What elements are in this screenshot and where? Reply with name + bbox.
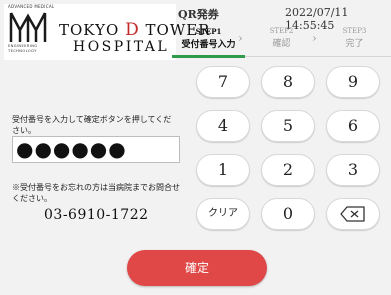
key-5[interactable]: 5 [261, 110, 315, 142]
step-2: STEP2 確認 [269, 27, 294, 49]
hospital-logo: ADVANCED MEDICAL ENGINEERING TECHNOLOGY … [4, 4, 209, 60]
page-title: QR発券 [178, 8, 219, 21]
key-8[interactable]: 8 [261, 66, 315, 98]
key-1[interactable]: 1 [196, 154, 250, 186]
confirm-button[interactable]: 確定 [127, 250, 267, 286]
key-2[interactable]: 2 [261, 154, 315, 186]
key-7[interactable]: 7 [196, 66, 250, 98]
key-4[interactable]: 4 [196, 110, 250, 142]
phone-number: 03-6910-1722 [44, 207, 149, 223]
clear-button[interactable]: クリア [196, 198, 250, 230]
step-progress-bar [172, 55, 245, 58]
reception-number-field[interactable]: ●●●●●● [12, 136, 180, 163]
logo-name-line2: HOSPITAL [73, 39, 170, 55]
chevron-right-icon: › [238, 31, 243, 45]
key-0[interactable]: 0 [261, 198, 315, 230]
forgot-number-note: ※受付番号をお忘れの方は当病院までお問合せください。 [12, 183, 180, 203]
logo-d-letter: D [125, 20, 140, 40]
backspace-button[interactable] [326, 198, 380, 230]
backspace-icon [340, 206, 365, 222]
logo-tagline: ADVANCED MEDICAL [8, 4, 55, 9]
logo-subtext: ENGINEERING TECHNOLOGY [8, 44, 38, 53]
key-3[interactable]: 3 [326, 154, 380, 186]
step-1: STEP1 受付番号入力 [181, 27, 236, 50]
step-indicator: STEP1 受付番号入力 › STEP2 確認 › STEP3 完了 [172, 24, 391, 54]
key-6[interactable]: 6 [326, 110, 380, 142]
step-3: STEP3 完了 [342, 27, 367, 49]
instruction-text: 受付番号を入力して確定ボタンを押してください。 [12, 115, 172, 135]
chevron-right-icon: › [312, 31, 317, 45]
step-divider [245, 56, 391, 57]
key-9[interactable]: 9 [326, 66, 380, 98]
logo-mark-icon [9, 12, 47, 42]
